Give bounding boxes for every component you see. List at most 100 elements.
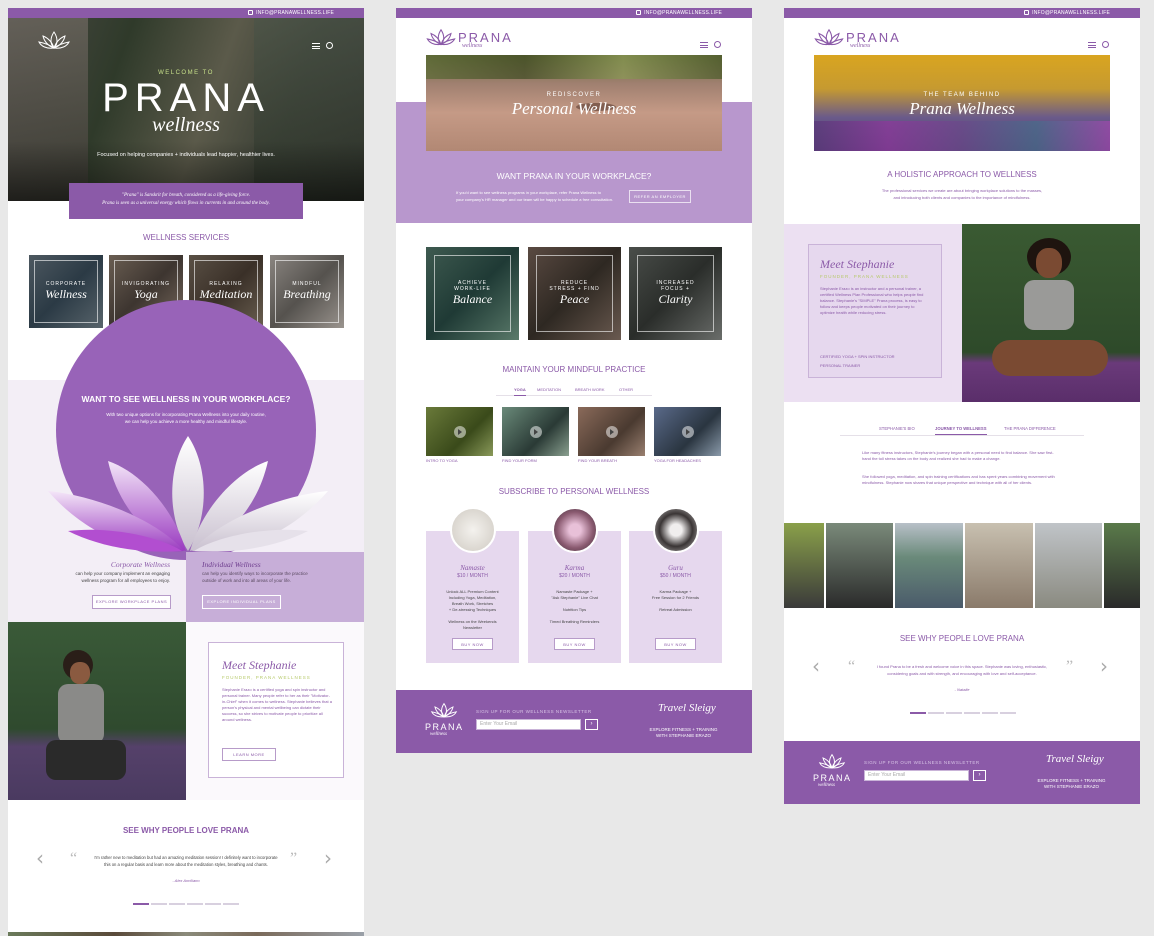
tile-peace[interactable]: REDUCE STRESS + FIND Peace — [528, 247, 621, 340]
video-title[interactable]: YOGA FOR HEADACHES — [654, 458, 701, 463]
plan-image — [551, 507, 598, 553]
buy-now-button[interactable]: BUY NOW — [655, 638, 696, 650]
tab-difference[interactable]: THE PRANA DIFFERENCE — [1004, 426, 1056, 431]
footer-tag-2: WITH STEPHANIE ERAZO — [655, 733, 711, 738]
hero-small: REDISCOVER — [546, 92, 602, 98]
carousel-dot[interactable] — [982, 712, 998, 714]
explore-individual-button[interactable]: EXPLORE INDIVIDUAL PLANS — [202, 595, 281, 609]
play-icon[interactable] — [453, 425, 466, 438]
email-topbar[interactable]: INFO@PRANAWELLNESS.LIFE — [784, 8, 1140, 18]
tile-balance[interactable]: ACHIEVE WORK-LIFE Balance — [426, 247, 519, 340]
email-link[interactable]: INFO@PRANAWELLNESS.LIFE — [1032, 10, 1110, 16]
signature: Travel Sleigy — [1046, 753, 1104, 765]
learn-more-button[interactable]: LEARN MORE — [222, 748, 276, 761]
newsletter-submit-button[interactable]: › — [973, 770, 986, 781]
email-link[interactable]: INFO@PRANAWELLNESS.LIFE — [644, 10, 722, 16]
video-thumb-find-form[interactable] — [502, 407, 569, 456]
play-icon[interactable] — [529, 425, 542, 438]
carousel-dots[interactable] — [133, 903, 239, 905]
carousel-dot[interactable] — [169, 903, 185, 905]
account-icon[interactable] — [714, 41, 721, 48]
newsletter-email-input[interactable]: Enter Your Email — [864, 770, 969, 781]
plan-feature: Nutrition Tips — [562, 607, 587, 612]
carousel-dot[interactable] — [133, 903, 149, 905]
holistic-text-2: and introducing both clients and compani… — [893, 195, 1031, 200]
instagram-icon[interactable] — [248, 10, 254, 16]
account-icon[interactable] — [1102, 41, 1109, 48]
workplace-title: WANT TO SEE WELLNESS IN YOUR WORKPLACE? — [81, 394, 291, 404]
tab-yoga[interactable]: YOGA — [514, 387, 526, 396]
lotus-logo-icon[interactable] — [430, 702, 458, 720]
carousel-dots[interactable] — [910, 712, 1016, 714]
email-topbar[interactable]: INFO@PRANAWELLNESS.LIFE — [8, 8, 364, 18]
open-quote-icon: “ — [70, 850, 78, 867]
lotus-logo-icon[interactable] — [426, 28, 456, 48]
explore-workplace-button[interactable]: EXPLORE WORKPLACE PLANS — [92, 595, 171, 609]
menu-icon[interactable] — [700, 42, 708, 48]
meet-text: Stephanie Erazo is an instructor and a p… — [820, 286, 924, 315]
practice-tabs: YOGA MEDITATION BREATH WORK OTHER — [496, 386, 652, 396]
strip-photo — [784, 523, 824, 608]
tab-meditation[interactable]: MEDITATION — [537, 387, 561, 392]
carousel-dot[interactable] — [964, 712, 980, 714]
lotus-logo-icon[interactable] — [818, 753, 846, 771]
hero-big: Prana Wellness — [909, 99, 1015, 118]
instagram-icon[interactable] — [1024, 10, 1030, 16]
refer-employer-button[interactable]: REFER AN EMPLOYER — [629, 190, 691, 203]
journey-paragraph-1: Like many fitness instructors, Stephanie… — [862, 450, 1054, 461]
tile-clarity[interactable]: INCREASED FOCUS + Clarity — [629, 247, 722, 340]
workplace-text-2: we can help you achieve a more healthy a… — [124, 419, 248, 424]
signature: Travel Sleigy — [658, 702, 716, 714]
play-icon[interactable] — [605, 425, 618, 438]
email-topbar[interactable]: INFO@PRANAWELLNESS.LIFE — [396, 8, 752, 18]
carousel-dot[interactable] — [187, 903, 203, 905]
video-title[interactable]: INTRO TO YOGA — [426, 458, 458, 463]
buy-now-button[interactable]: BUY NOW — [452, 638, 493, 650]
subscribe-title: SUBSCRIBE TO PERSONAL WELLNESS — [498, 487, 650, 496]
carousel-dot[interactable] — [910, 712, 926, 714]
cert-2: PERSONAL TRAINER — [820, 363, 861, 368]
carousel-dot[interactable] — [928, 712, 944, 714]
next-arrow-icon[interactable]: › — [1100, 654, 1108, 678]
tab-bio[interactable]: STEPHANIE'S BIO — [879, 426, 915, 431]
lotus-logo-icon[interactable] — [814, 28, 844, 48]
email-link[interactable]: INFO@PRANAWELLNESS.LIFE — [256, 10, 334, 16]
hero-subtitle: wellness — [152, 114, 220, 136]
prev-arrow-icon[interactable]: ‹ — [812, 654, 820, 678]
next-arrow-icon[interactable]: › — [324, 846, 332, 870]
newsletter-label: SIGN UP FOR OUR WELLNESS NEWSLETTER — [864, 760, 980, 765]
newsletter-email-input[interactable]: Enter Your Email — [476, 719, 581, 730]
newsletter-submit-button[interactable]: › — [585, 719, 598, 730]
workplace-title: WANT PRANA IN YOUR WORKPLACE? — [496, 171, 652, 181]
open-quote-icon: “ — [848, 658, 856, 675]
carousel-dot[interactable] — [205, 903, 221, 905]
menu-icon[interactable] — [1088, 42, 1096, 48]
plan-image — [449, 507, 496, 553]
carousel-dot[interactable] — [946, 712, 962, 714]
video-thumb-find-breath[interactable] — [578, 407, 645, 456]
stephanie-photo — [8, 622, 186, 800]
strip-photo — [1104, 523, 1140, 608]
instagram-icon[interactable] — [636, 10, 642, 16]
menu-icon[interactable] — [312, 43, 320, 49]
service-tile-corporate[interactable]: CORPORATE Wellness — [29, 255, 103, 328]
service-tile-breathing[interactable]: MINDFUL Breathing — [270, 255, 344, 328]
newsletter-label: SIGN UP FOR OUR WELLNESS NEWSLETTER — [476, 709, 592, 714]
footer: PRANA wellness SIGN UP FOR OUR WELLNESS … — [396, 690, 752, 753]
carousel-dot[interactable] — [151, 903, 167, 905]
lotus-logo-icon[interactable] — [38, 30, 70, 52]
buy-now-button[interactable]: BUY NOW — [554, 638, 595, 650]
prev-arrow-icon[interactable]: ‹ — [36, 846, 44, 870]
carousel-dot[interactable] — [223, 903, 239, 905]
video-title[interactable]: FIND YOUR BREATH — [578, 458, 617, 463]
carousel-dot[interactable] — [1000, 712, 1016, 714]
play-icon[interactable] — [681, 425, 694, 438]
tab-other[interactable]: OTHER — [619, 387, 633, 392]
tab-journey[interactable]: JOURNEY TO WELLNESS — [935, 426, 987, 435]
video-thumb-intro-yoga[interactable] — [426, 407, 493, 456]
account-icon[interactable] — [326, 42, 333, 49]
tab-breath-work[interactable]: BREATH WORK — [575, 387, 604, 392]
video-thumb-yoga-headaches[interactable] — [654, 407, 721, 456]
video-title[interactable]: FIND YOUR FORM — [502, 458, 537, 463]
footer-brand-sub: wellness — [818, 783, 835, 788]
